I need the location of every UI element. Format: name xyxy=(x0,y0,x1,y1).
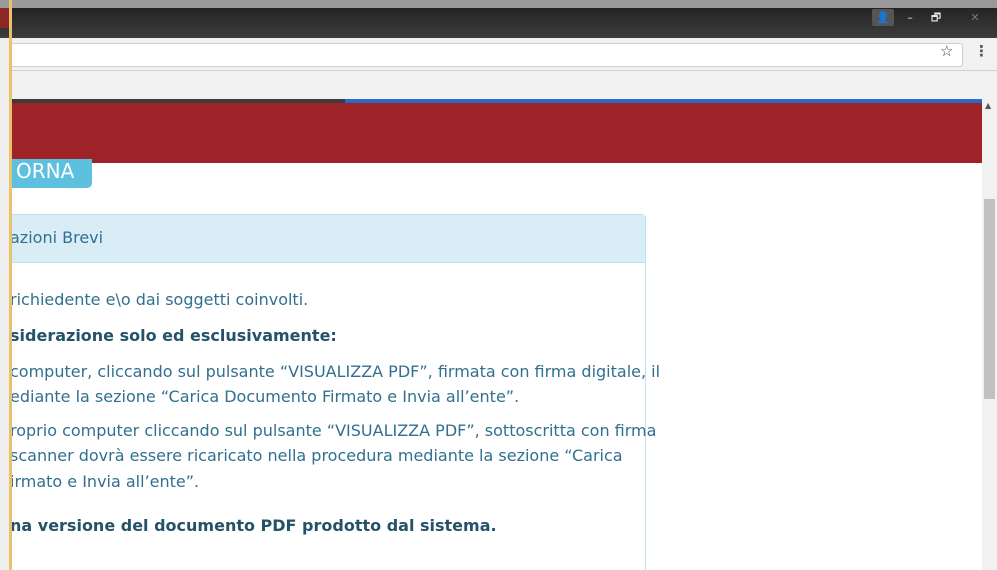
panel-line-1: richiedente e\o dai soggetti coinvolti. xyxy=(10,290,309,309)
browser-title-bar: 👤 – 🗗 ✕ xyxy=(0,0,997,38)
panel-line-6: scanner dovrà essere ricaricato nella pr… xyxy=(10,446,623,465)
info-panel: azioni Brevi richiedente e\o dai soggett… xyxy=(0,214,660,570)
return-button[interactable]: ORNA xyxy=(0,159,92,188)
address-input[interactable] xyxy=(0,43,963,67)
info-panel-header: azioni Brevi xyxy=(0,215,645,263)
info-panel-title: azioni Brevi xyxy=(10,228,104,247)
bookmark-star-icon[interactable]: ☆ xyxy=(940,42,953,60)
panel-line-2: siderazione solo ed esclusivamente: xyxy=(10,326,337,345)
panel-line-4: ediante la sezione “Carica Documento Fir… xyxy=(10,387,520,406)
user-profile-icon[interactable]: 👤 xyxy=(872,9,894,26)
panel-line-7: irmato e Invia all’ente”. xyxy=(10,472,200,491)
address-bar-row: ☆ ⋮ xyxy=(0,38,997,71)
panel-line-5: roprio computer cliccando sul pulsante “… xyxy=(10,421,657,440)
scroll-up-arrow-icon[interactable]: ▲ xyxy=(985,101,991,110)
scrollbar-thumb[interactable] xyxy=(984,199,995,399)
left-side-frame-border xyxy=(0,0,12,570)
bookmarks-bar xyxy=(0,71,997,99)
close-button[interactable]: ✕ xyxy=(955,9,995,26)
vertical-scrollbar[interactable]: ▲ xyxy=(982,99,997,570)
browser-menu-icon[interactable]: ⋮ xyxy=(974,42,989,60)
page-viewport: ORNA azioni Brevi richiedente e\o dai so… xyxy=(0,99,982,570)
restore-button[interactable]: 🗗 xyxy=(927,9,945,26)
site-header-banner xyxy=(0,103,982,163)
panel-line-3: computer, cliccando sul pulsante “VISUAL… xyxy=(10,362,661,381)
panel-line-8: na versione del documento PDF prodotto d… xyxy=(10,516,497,535)
title-bar-top-strip xyxy=(0,0,997,8)
minimize-button[interactable]: – xyxy=(902,9,918,26)
